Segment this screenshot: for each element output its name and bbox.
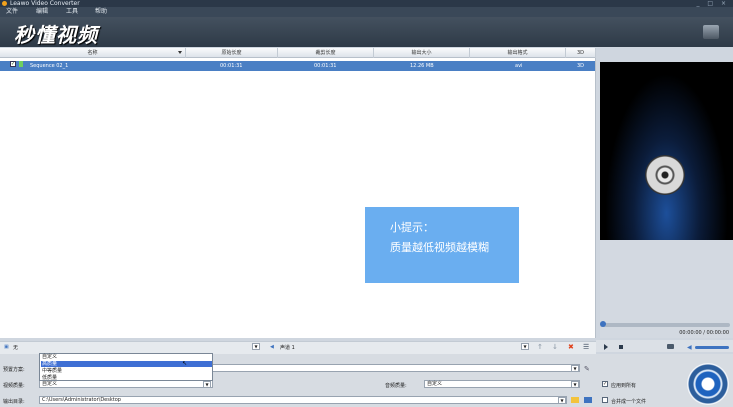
- video-quality-field[interactable]: 自定义: [39, 380, 213, 388]
- file-icon: [19, 61, 23, 67]
- mouse-cursor-icon: ↖: [182, 360, 188, 367]
- banner: [0, 17, 733, 47]
- col-header-trimmed-length[interactable]: 裁剪长度: [278, 48, 374, 58]
- convert-button[interactable]: [687, 363, 729, 405]
- audio-icon: ◀: [270, 344, 274, 350]
- hint-text: 质量越低视频越模糊: [390, 241, 489, 254]
- output-dir-field[interactable]: C:\Users\Administrator\Desktop: [39, 396, 567, 404]
- seek-bar[interactable]: [600, 323, 730, 327]
- menu-help[interactable]: 帮助: [95, 7, 107, 17]
- video-quality-label: 视频质量:: [3, 383, 25, 389]
- merge-checkbox[interactable]: [602, 397, 608, 403]
- move-up-icon[interactable]: ↑: [537, 343, 543, 351]
- folder-icon[interactable]: [571, 397, 579, 403]
- watermark-logo: 秒懂视频: [14, 23, 98, 47]
- row-output-size: 12.26 MB: [410, 63, 434, 69]
- window-controls[interactable]: _ □ ×: [696, 0, 729, 7]
- app-logo-icon: [2, 1, 7, 6]
- row-name: Sequence 02_1: [30, 63, 69, 69]
- seek-knob[interactable]: [600, 321, 606, 327]
- popup-option[interactable]: 低质量: [41, 375, 212, 381]
- col-header-output-format[interactable]: 输出格式: [470, 48, 566, 58]
- sort-arrow-icon[interactable]: [178, 51, 182, 54]
- apply-all-checkbox[interactable]: ✓: [602, 381, 608, 387]
- settings-wrench-icon[interactable]: ✎: [584, 365, 590, 373]
- audio-track-select[interactable]: 声道 1: [280, 344, 295, 351]
- window-title: Leawo Video Converter: [10, 0, 80, 7]
- col-header-3d[interactable]: 3D: [566, 48, 596, 58]
- apply-all-label: 应用到所有: [611, 383, 637, 389]
- play-icon[interactable]: [604, 344, 608, 350]
- row-original-length: 00:01:31: [220, 63, 243, 69]
- preset-dropdown[interactable]: ▼: [571, 365, 579, 372]
- preset-label: 预置方案:: [3, 367, 25, 373]
- file-list[interactable]: [0, 58, 596, 338]
- popup-option[interactable]: 中等质量: [41, 368, 212, 374]
- output-dir-dropdown[interactable]: ▼: [558, 397, 566, 404]
- volume-icon[interactable]: ◀: [687, 344, 692, 351]
- col-header-name[interactable]: 名称: [0, 48, 186, 58]
- stop-icon[interactable]: [619, 345, 623, 349]
- row-3d[interactable]: 3D: [577, 61, 584, 71]
- menu-tools[interactable]: 工具: [66, 7, 78, 17]
- video-preview: [600, 62, 733, 240]
- row-checkbox[interactable]: ✓: [10, 61, 16, 67]
- output-dir-label: 输出目录:: [3, 399, 25, 405]
- col-header-original-length[interactable]: 原始长度: [186, 48, 278, 58]
- row-output-format: avi: [515, 63, 523, 69]
- move-down-icon[interactable]: ↓: [552, 343, 558, 351]
- audio-quality-dropdown[interactable]: ▼: [571, 381, 579, 388]
- volume-slider[interactable]: [695, 346, 729, 349]
- audio-quality-field[interactable]: 自定义: [424, 380, 580, 388]
- table-row[interactable]: ✓ Sequence 02_1 00:01:31 00:01:31 12.26 …: [0, 61, 595, 71]
- preset-popup-list[interactable]: 自定义 高质量 中等质量 低质量 ↖: [39, 353, 213, 381]
- video-quality-dropdown[interactable]: ▼: [203, 381, 211, 388]
- merge-label: 合并成一个文件: [611, 399, 647, 405]
- snapshot-icon[interactable]: [667, 344, 674, 349]
- toolbar-menu-icon[interactable]: [703, 25, 719, 39]
- subtitle-dropdown[interactable]: ▼: [252, 343, 260, 350]
- audio-quality-label: 音频质量:: [385, 383, 407, 389]
- title-bar: Leawo Video Converter _ □ ×: [0, 0, 733, 7]
- audio-dropdown[interactable]: ▼: [521, 343, 529, 350]
- table-header: 名称 原始长度 裁剪长度 输出大小 输出格式 3D: [0, 48, 596, 58]
- film-reel-icon: [645, 155, 685, 195]
- list-icon[interactable]: ☰: [583, 343, 589, 351]
- open-folder-icon[interactable]: [584, 397, 592, 403]
- timecode: 00:00:00 / 00:00:00: [679, 330, 729, 336]
- subtitle-select[interactable]: 无: [13, 344, 18, 351]
- subtitle-icon: ▣: [4, 344, 9, 350]
- menu-edit[interactable]: 编辑: [36, 7, 48, 17]
- menu-file[interactable]: 文件: [6, 7, 18, 17]
- col-header-output-size[interactable]: 输出大小: [374, 48, 470, 58]
- delete-icon[interactable]: ✖: [568, 343, 574, 351]
- hint-title: 小提示：: [390, 221, 434, 234]
- menu-bar: 文件 编辑 工具 帮助: [0, 7, 733, 17]
- row-trimmed-length: 00:01:31: [314, 63, 337, 69]
- hint-box: 小提示： 质量越低视频越模糊: [365, 207, 519, 283]
